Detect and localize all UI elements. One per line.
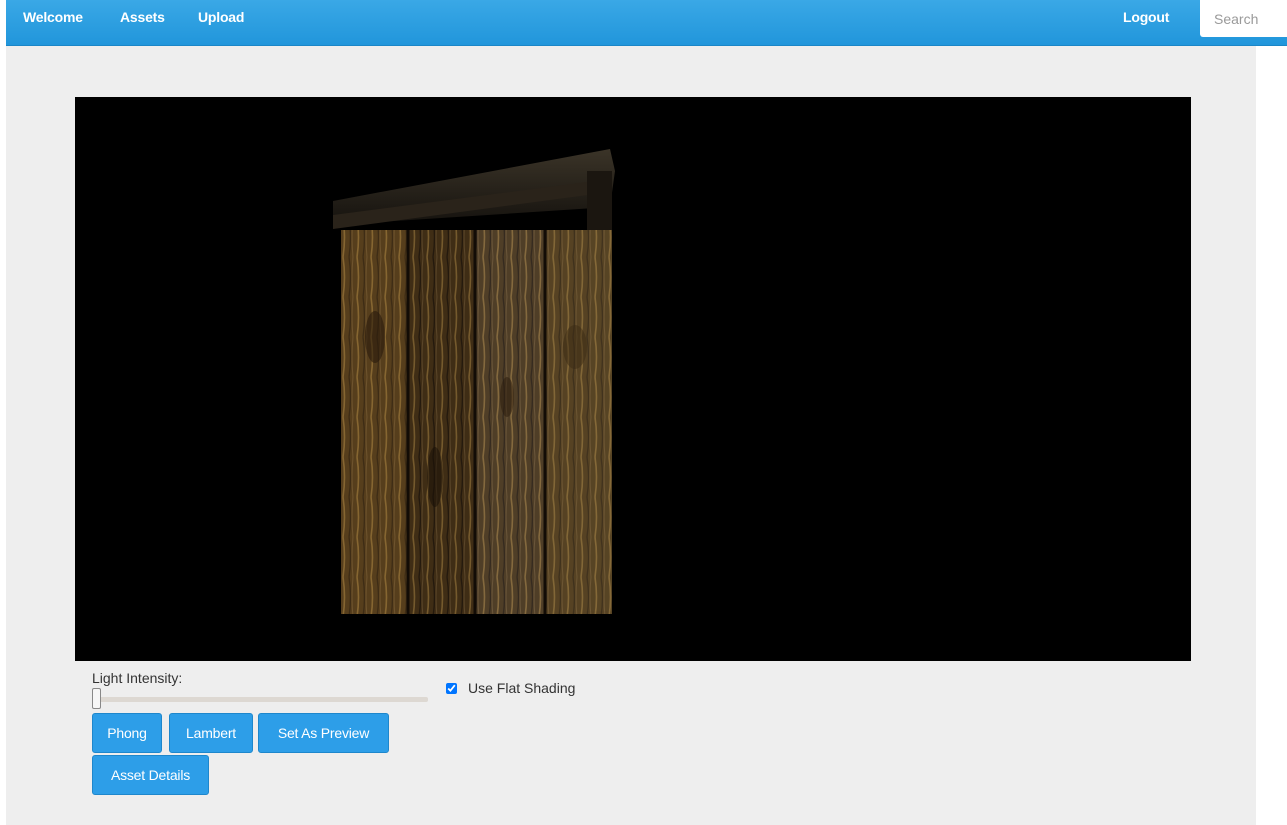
- set-as-preview-button[interactable]: Set As Preview: [258, 713, 389, 753]
- search-input[interactable]: [1200, 0, 1287, 37]
- flat-shading-checkbox[interactable]: [446, 683, 457, 694]
- lambert-button[interactable]: Lambert: [169, 713, 253, 753]
- model-viewer-canvas[interactable]: [75, 97, 1191, 661]
- phong-button[interactable]: Phong: [92, 713, 162, 753]
- outhouse-model-render: [333, 149, 615, 614]
- asset-details-button[interactable]: Asset Details: [92, 755, 209, 795]
- flat-shading-label: Use Flat Shading: [468, 680, 576, 696]
- nav-upload-link[interactable]: Upload: [198, 9, 244, 25]
- top-navbar: Welcome Assets Upload Logout: [6, 0, 1287, 46]
- light-intensity-slider-handle[interactable]: [92, 688, 101, 709]
- nav-logout-link[interactable]: Logout: [1123, 9, 1169, 25]
- light-intensity-label: Light Intensity:: [92, 670, 183, 686]
- nav-assets-link[interactable]: Assets: [120, 9, 165, 25]
- light-intensity-slider[interactable]: [92, 688, 428, 709]
- nav-welcome-link[interactable]: Welcome: [23, 9, 83, 25]
